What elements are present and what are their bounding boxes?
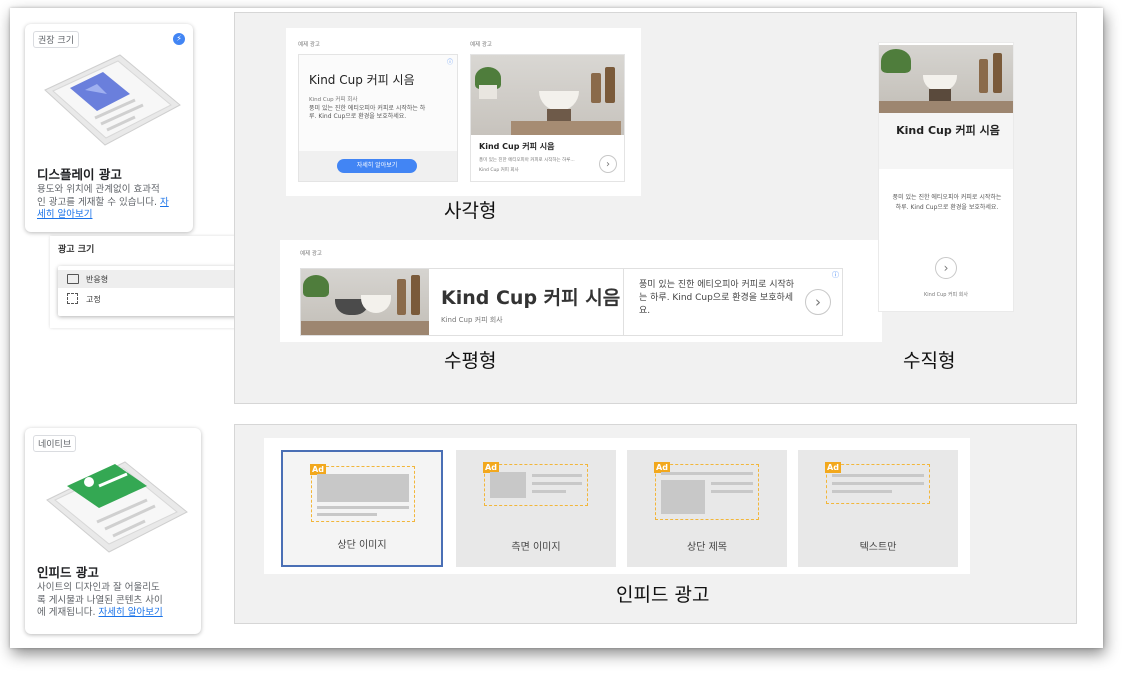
learn-more-link[interactable]: 자 bbox=[160, 197, 169, 208]
phone-feed-illustration-icon bbox=[46, 461, 188, 553]
option-responsive-label: 반응형 bbox=[86, 275, 109, 284]
next-arrow-icon[interactable]: › bbox=[935, 257, 957, 279]
infeed-ad-description: 사이트의 디자인과 잘 어울리도 록 게시물과 나열된 콘텐츠 사이 에 게재됩… bbox=[37, 582, 197, 620]
text-line bbox=[711, 482, 753, 485]
horizontal-ad-body: 풍미 있는 진한 에티오피아 커피로 시작하는 하루. Kind Cup으로 환… bbox=[639, 280, 795, 316]
infeed-option-text-only[interactable]: Ad 텍스트만 bbox=[798, 450, 958, 567]
square-ad-2[interactable]: Kind Cup 커피 시음 풍미 있는 진한 에티오피아 커피로 시작하는 하… bbox=[470, 54, 625, 182]
coffee-photo bbox=[471, 55, 624, 135]
text-line bbox=[317, 513, 377, 516]
image-placeholder-icon bbox=[317, 474, 409, 502]
example-label: 예제 광고 bbox=[470, 42, 492, 48]
coffee-photo bbox=[301, 269, 429, 335]
square-ad-1-title: Kind Cup 커피 시음 bbox=[309, 73, 415, 87]
display-ad-title: 디스플레이 광고 bbox=[37, 167, 122, 182]
square-ad-1-cta-button[interactable]: 자세히 알아보기 bbox=[337, 159, 417, 173]
learn-more-link[interactable]: 자세히 알아보기 bbox=[99, 607, 163, 618]
horizontal-ad[interactable]: Kind Cup 커피 시음 Kind Cup 커피 회사 풍미 있는 진한 에… bbox=[300, 268, 843, 336]
text-line bbox=[711, 490, 753, 493]
text-line bbox=[832, 482, 924, 485]
horizontal-label: 수평형 bbox=[444, 350, 497, 372]
adchoices-icon[interactable]: ⓘ bbox=[832, 270, 839, 280]
native-chip: 네이티브 bbox=[33, 435, 77, 452]
infeed-label: 인피드 광고 bbox=[616, 584, 710, 606]
display-ad-description: 용도와 위치에 관계없이 효과적 인 광고를 게재할 수 있습니다. 자 세히 … bbox=[37, 184, 187, 222]
image-placeholder-icon bbox=[661, 480, 705, 514]
infeed-option-side-image[interactable]: Ad 측면 이미지 bbox=[456, 450, 616, 567]
phone-illustration-icon bbox=[44, 54, 181, 146]
ad-tag: Ad bbox=[825, 462, 841, 473]
option-fixed-label: 고정 bbox=[86, 295, 101, 304]
image-placeholder-icon bbox=[490, 472, 526, 498]
text-line bbox=[532, 482, 582, 485]
square-ad-2-title: Kind Cup 커피 시음 bbox=[479, 142, 555, 151]
desc-line: 에 게재됩니다. bbox=[37, 607, 96, 618]
horizontal-ad-company: Kind Cup 커피 회사 bbox=[441, 316, 503, 324]
infeed-option-top-image[interactable]: Ad 상단 이미지 bbox=[281, 450, 443, 567]
option-fixed[interactable]: 고정 bbox=[58, 290, 240, 308]
adchoices-icon[interactable]: ⓘ bbox=[447, 57, 453, 66]
desc-line: 사이트의 디자인과 잘 어울리도 bbox=[37, 582, 160, 593]
infeed-ad-title: 인피드 광고 bbox=[37, 565, 99, 580]
ad-size-menu: 반응형 고정 bbox=[58, 266, 240, 316]
square-ad-1-company: Kind Cup 커피 회사 bbox=[309, 97, 358, 103]
next-arrow-icon[interactable]: › bbox=[599, 155, 617, 173]
text-line bbox=[317, 506, 409, 509]
text-line bbox=[661, 472, 753, 475]
vertical-ad-title-area: Kind Cup 커피 시음 bbox=[879, 113, 1013, 169]
coffee-photo bbox=[879, 45, 1013, 113]
desc-line: 록 게시물과 나열된 콘텐츠 사이 bbox=[37, 594, 163, 606]
infeed-ad-card[interactable]: 네이티브 인피드 광고 사이트의 디자인과 잘 어울리도 록 게시물과 나열된 … bbox=[25, 428, 201, 634]
text-line bbox=[532, 490, 566, 493]
vertical-ad-title: Kind Cup 커피 시음 bbox=[896, 124, 1000, 137]
vertical-ad-body: 풍미 있는 진한 에티오피아 커피로 시작하는 하루. Kind Cup으로 환… bbox=[892, 194, 1002, 211]
text-line bbox=[532, 474, 582, 477]
learn-more-link[interactable]: 세히 알아보기 bbox=[37, 209, 92, 220]
infeed-option-label: 상단 이미지 bbox=[337, 540, 387, 551]
screenshot-stage: 권장 크기 ⚡ 디스플레이 광고 용도와 위치에 관계없이 효과적 인 광고를 … bbox=[0, 0, 1123, 674]
responsive-icon bbox=[67, 274, 79, 284]
square-ad-1[interactable]: ⓘ Kind Cup 커피 시음 Kind Cup 커피 회사 풍미 있는 진한… bbox=[298, 54, 458, 182]
infeed-option-label: 측면 이미지 bbox=[511, 542, 561, 553]
ad-size-panel: 광고 크기 반응형 고정 bbox=[50, 236, 246, 328]
recommended-size-chip: 권장 크기 bbox=[33, 31, 79, 48]
example-label: 예제 광고 bbox=[300, 251, 322, 257]
square-label: 사각형 bbox=[444, 200, 497, 222]
desc-line: 용도와 위치에 관계없이 효과적 bbox=[37, 184, 160, 195]
next-arrow-icon[interactable]: › bbox=[805, 289, 831, 315]
horizontal-ad-title: Kind Cup 커피 시음 bbox=[441, 287, 621, 309]
infeed-option-label: 상단 제목 bbox=[687, 542, 727, 553]
display-ad-card[interactable]: 권장 크기 ⚡ 디스플레이 광고 용도와 위치에 관계없이 효과적 인 광고를 … bbox=[25, 24, 193, 232]
info-icon[interactable]: ⚡ bbox=[173, 33, 185, 45]
text-line bbox=[832, 490, 892, 493]
fixed-size-icon bbox=[67, 293, 78, 304]
horizontal-ad-divider bbox=[623, 269, 624, 335]
vertical-ad-example[interactable]: Kind Cup 커피 시음 풍미 있는 진한 에티오피아 커피로 시작하는 하… bbox=[878, 42, 1014, 312]
example-label: 예제 광고 bbox=[298, 42, 320, 48]
desc-line: 인 광고를 게재할 수 있습니다. bbox=[37, 196, 157, 208]
square-ad-2-body: 풍미 있는 진한 에티오피아 커피로 시작하는 하루... bbox=[479, 158, 575, 163]
horizontal-ad-example: 예제 광고 Kind Cup 커피 시음 Kind Cup 커피 회사 풍미 있… bbox=[280, 240, 882, 342]
square-ad-example: 예제 광고 예제 광고 ⓘ Kind Cup 커피 시음 Kind Cup 커피… bbox=[286, 28, 641, 196]
vertical-label: 수직형 bbox=[903, 350, 956, 372]
ad-size-title: 광고 크기 bbox=[58, 245, 95, 255]
window-frame: 권장 크기 ⚡ 디스플레이 광고 용도와 위치에 관계없이 효과적 인 광고를 … bbox=[10, 8, 1103, 648]
square-ad-1-body: 풍미 있는 진한 에티오피아 커피로 시작하는 하루. Kind Cup으로 환… bbox=[309, 105, 426, 120]
text-line bbox=[832, 474, 924, 477]
infeed-option-label: 텍스트만 bbox=[859, 542, 897, 553]
infeed-option-top-title[interactable]: Ad 상단 제목 bbox=[627, 450, 787, 567]
square-ad-2-company: Kind Cup 커피 회사 bbox=[479, 168, 519, 173]
option-responsive[interactable]: 반응형 bbox=[58, 270, 240, 288]
vertical-ad-company: Kind Cup 커피 회사 bbox=[923, 292, 968, 298]
